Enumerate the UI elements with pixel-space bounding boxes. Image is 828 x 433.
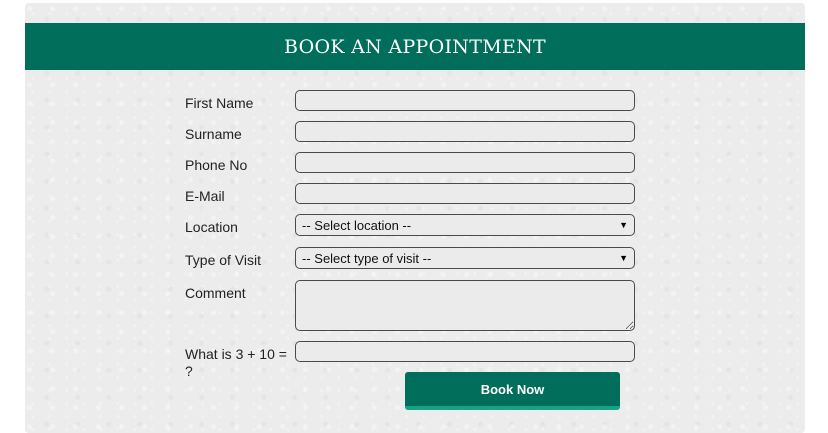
visit-type-label: Type of Visit	[185, 252, 262, 268]
email-field[interactable]	[295, 183, 635, 204]
page-title: BOOK AN APPOINTMENT	[283, 35, 547, 58]
location-selected-value: -- Select location --	[302, 217, 412, 233]
email-label: E-Mail	[185, 188, 225, 204]
location-select[interactable]: -- Select location -- ▼	[295, 214, 635, 236]
captcha-field[interactable]	[295, 341, 635, 362]
first-name-field[interactable]	[295, 90, 635, 111]
first-name-label: First Name	[185, 95, 254, 111]
book-now-button[interactable]: Book Now	[405, 372, 620, 410]
chevron-down-icon: ▼	[619, 253, 628, 263]
comment-label: Comment	[185, 285, 246, 301]
phone-label: Phone No	[185, 157, 248, 173]
appointment-panel: BOOK AN APPOINTMENT First Name Surname P…	[25, 3, 805, 433]
location-label: Location	[185, 219, 238, 235]
surname-label: Surname	[185, 126, 242, 142]
surname-field[interactable]	[295, 121, 635, 142]
chevron-down-icon: ▼	[619, 220, 628, 230]
visit-type-selected-value: -- Select type of visit --	[302, 250, 432, 266]
phone-field[interactable]	[295, 152, 635, 173]
header-bar: BOOK AN APPOINTMENT	[25, 23, 805, 70]
comment-field[interactable]	[295, 280, 635, 331]
visit-type-select[interactable]: -- Select type of visit -- ▼	[295, 247, 635, 269]
captcha-label: What is 3 + 10 = ?	[185, 346, 287, 379]
